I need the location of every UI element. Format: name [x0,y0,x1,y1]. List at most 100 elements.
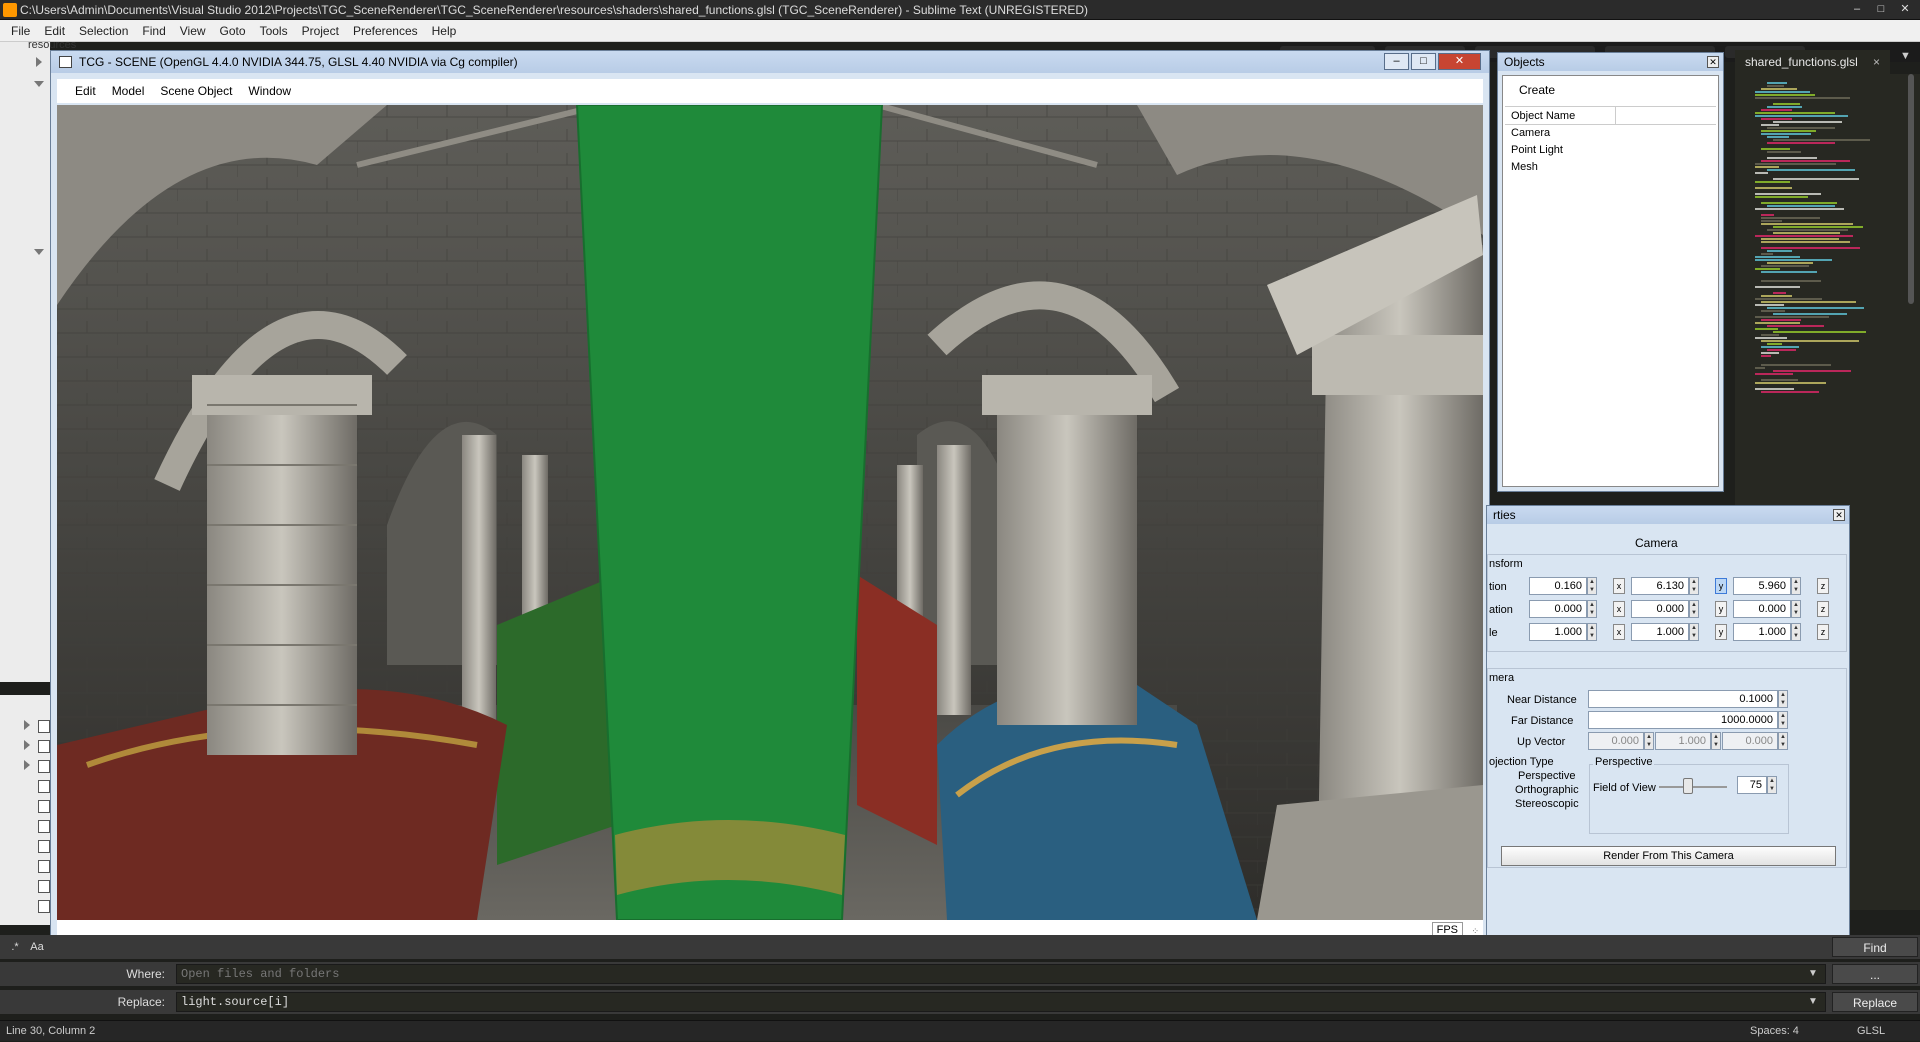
spinner-icon[interactable]: ▲ ▼ [1778,690,1788,708]
menu-project[interactable]: Project [295,24,346,38]
spinner-icon[interactable]: ▲ ▼ [1689,600,1699,618]
syntax-status[interactable]: GLSL [1857,1021,1885,1042]
position-y-field[interactable]: 6.130 [1631,577,1689,595]
render-from-camera-button[interactable]: Render From This Camera [1501,846,1836,866]
axis-z-button[interactable]: z [1817,578,1829,594]
close-icon[interactable]: ✕ [1833,509,1845,521]
position-z-field[interactable]: 5.960 [1733,577,1791,595]
rotation-z-field[interactable]: 0.000 [1733,600,1791,618]
spinner-icon[interactable]: ▲ ▼ [1791,600,1801,618]
where-input[interactable]: Open files and folders [176,964,1826,984]
menu-tools[interactable]: Tools [253,24,295,38]
replace-button[interactable]: Replace [1832,992,1918,1012]
folder-arrow-icon[interactable] [24,720,30,730]
up-vector-y-field[interactable]: 1.000 [1655,732,1711,750]
menu-view[interactable]: View [173,24,213,38]
menu-file[interactable]: File [4,24,37,38]
expand-arrow-icon[interactable] [34,81,44,87]
folder-arrow-icon[interactable] [24,760,30,770]
tcg-menu-window[interactable]: Window [240,84,299,98]
axis-y-button[interactable]: y [1715,578,1727,594]
folder-icon[interactable] [38,720,50,733]
folder-arrow-icon[interactable] [24,740,30,750]
scale-x-field[interactable]: 1.000 [1529,623,1587,641]
fov-field[interactable]: 75 [1737,776,1767,794]
spinner-icon[interactable]: ▲ ▼ [1711,732,1721,750]
spinner-icon[interactable]: ▲ ▼ [1644,732,1654,750]
where-browse-button[interactable]: ... [1832,964,1918,984]
projection-option-perspective[interactable]: Perspective [1518,770,1575,782]
editor-scrollbar[interactable] [1908,74,1914,304]
spinner-icon[interactable]: ▲ ▼ [1778,711,1788,729]
far-distance-field[interactable]: 1000.0000 [1588,711,1778,729]
fov-slider-thumb[interactable] [1682,778,1693,794]
position-x-field[interactable]: 0.160 [1529,577,1587,595]
tab-shared-functions[interactable]: shared_functions.glsl × [1735,50,1890,74]
tcg-menu-edit[interactable]: Edit [67,84,104,98]
expand-arrow-icon[interactable] [34,249,44,255]
spinner-icon[interactable]: ▲ ▼ [1791,623,1801,641]
replace-dropdown-icon[interactable]: ▼ [1808,996,1818,1007]
menu-edit[interactable]: Edit [37,24,72,38]
minimize-icon[interactable]: – [1846,2,1868,17]
menu-help[interactable]: Help [425,24,464,38]
close-icon[interactable]: ✕ [1438,53,1481,70]
tcg-menu-scene-object[interactable]: Scene Object [152,84,240,98]
rotation-x-field[interactable]: 0.000 [1529,600,1587,618]
spinner-icon[interactable]: ▲ ▼ [1767,776,1777,794]
close-icon[interactable]: ✕ [1894,2,1916,17]
spinner-icon[interactable]: ▲ ▼ [1689,577,1699,595]
scale-z-field[interactable]: 1.000 [1733,623,1791,641]
list-item-point-light[interactable]: Point Light [1505,142,1716,159]
find-button[interactable]: Find [1832,937,1918,957]
axis-y-button[interactable]: y [1715,601,1727,617]
spinner-icon[interactable]: ▲ ▼ [1689,623,1699,641]
spinner-icon[interactable]: ▲ ▼ [1587,600,1597,618]
menu-selection[interactable]: Selection [72,24,135,38]
indentation-status[interactable]: Spaces: 4 [1750,1021,1799,1042]
axis-z-button[interactable]: z [1817,601,1829,617]
list-item-mesh[interactable]: Mesh [1505,159,1716,176]
up-vector-z-field[interactable]: 0.000 [1722,732,1778,750]
axis-x-button[interactable]: x [1613,601,1625,617]
spinner-icon[interactable]: ▲ ▼ [1791,577,1801,595]
minimize-icon[interactable]: – [1384,53,1409,70]
maximize-icon[interactable]: □ [1870,2,1892,17]
projection-option-stereoscopic[interactable]: Stereoscopic [1515,798,1579,810]
file-icon[interactable] [38,840,50,853]
menu-find[interactable]: Find [135,24,172,38]
tcg-menu-model[interactable]: Model [104,84,153,98]
file-icon[interactable] [38,780,50,793]
up-vector-x-field[interactable]: 0.000 [1588,732,1644,750]
axis-y-button[interactable]: y [1715,624,1727,640]
case-toggle-icon[interactable]: Aa [28,939,46,955]
spinner-icon[interactable]: ▲ ▼ [1587,577,1597,595]
fov-slider-track[interactable] [1659,786,1727,788]
expand-arrow-icon[interactable] [36,57,42,67]
menu-preferences[interactable]: Preferences [346,24,425,38]
tab-close-icon[interactable]: × [1873,50,1880,74]
near-distance-field[interactable]: 0.1000 [1588,690,1778,708]
tab-menu-chevron-icon[interactable]: ▼ [1900,50,1911,62]
menu-goto[interactable]: Goto [213,24,253,38]
regex-toggle-icon[interactable]: .* [6,939,24,955]
spinner-icon[interactable]: ▲ ▼ [1778,732,1788,750]
axis-x-button[interactable]: x [1613,624,1625,640]
maximize-icon[interactable]: □ [1411,53,1436,70]
where-dropdown-icon[interactable]: ▼ [1808,968,1818,979]
list-item-camera[interactable]: Camera [1505,125,1716,142]
opengl-viewport[interactable] [57,105,1483,920]
image-file-icon[interactable] [38,800,50,813]
file-icon[interactable] [38,880,50,893]
file-icon[interactable] [38,860,50,873]
scale-y-field[interactable]: 1.000 [1631,623,1689,641]
axis-x-button[interactable]: x [1613,578,1625,594]
object-list-header[interactable]: Object Name [1505,107,1716,125]
create-button[interactable]: Create [1509,80,1565,100]
file-icon[interactable] [38,820,50,833]
rotation-y-field[interactable]: 0.000 [1631,600,1689,618]
projection-option-orthographic[interactable]: Orthographic [1515,784,1579,796]
axis-z-button[interactable]: z [1817,624,1829,640]
folder-icon[interactable] [38,760,50,773]
replace-input[interactable]: light.source[i] [176,992,1826,1012]
